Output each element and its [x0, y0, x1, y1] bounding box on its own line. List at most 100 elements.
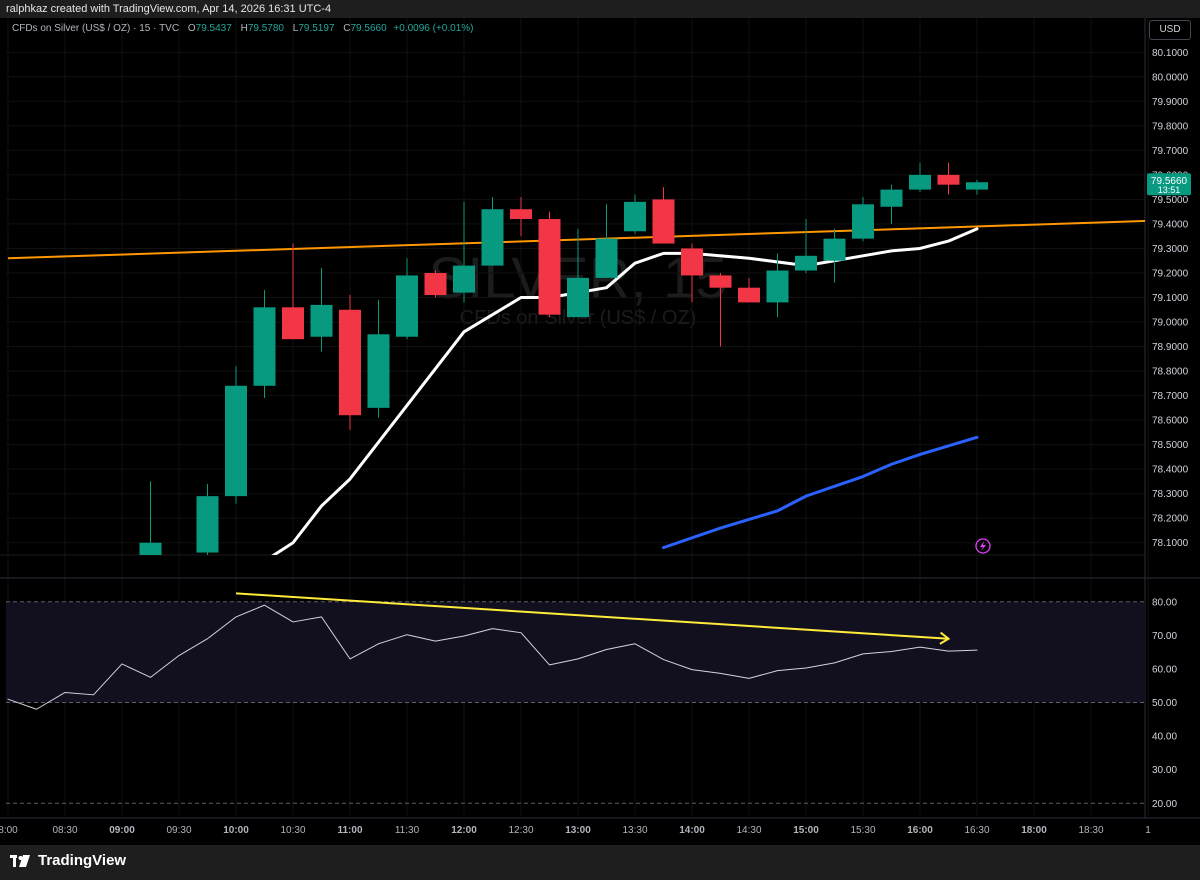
- candle: [823, 228, 846, 283]
- footer-bar: [0, 845, 1200, 880]
- candle: [339, 295, 361, 430]
- price-tick-label: 79.1000: [1152, 293, 1189, 304]
- chart-canvas[interactable]: SILVER, 15 CFDs on Silver (US$ / OZ) 78.…: [0, 18, 1200, 845]
- time-tick-label: 18:30: [1078, 825, 1103, 836]
- candle: [282, 243, 304, 340]
- candle-body: [823, 238, 846, 261]
- price-tick-label: 78.1000: [1152, 538, 1189, 549]
- last-price-countdown: 13:51: [1158, 185, 1181, 195]
- candle-body: [966, 182, 988, 190]
- candle: [424, 270, 447, 298]
- candle: [310, 268, 333, 352]
- candle-body: [453, 265, 475, 293]
- ma-slow-line: [662, 435, 979, 550]
- rsi-tick-label: 80.00: [1152, 597, 1177, 608]
- candle-body: [310, 304, 333, 337]
- lightning-icon: [975, 538, 991, 554]
- price-tick-label: 78.3000: [1152, 489, 1189, 500]
- candle-body: [282, 307, 304, 340]
- currency-button[interactable]: USD: [1149, 20, 1191, 40]
- candle: [510, 196, 532, 237]
- rsi-band: [6, 601, 1145, 804]
- rsi-tick-label: 20.00: [1152, 799, 1177, 810]
- time-tick-label: 15:30: [850, 825, 875, 836]
- time-tick-label: 13:00: [565, 825, 591, 836]
- legend-close: 79.5660: [350, 23, 387, 34]
- tradingview-logo: TradingView: [10, 852, 126, 869]
- candle-body: [652, 199, 675, 244]
- time-tick-label: 08:30: [52, 825, 77, 836]
- price-tick-label: 79.5000: [1152, 195, 1189, 206]
- time-tick-label: 09:30: [166, 825, 191, 836]
- candles[interactable]: [139, 162, 989, 666]
- time-tick-label: 15:00: [793, 825, 819, 836]
- attribution-text: ralphkaz created with TradingView.com, A…: [6, 3, 332, 15]
- price-tick-label: 79.7000: [1152, 146, 1189, 157]
- legend-change: +0.0096 (+0.01%): [393, 23, 474, 34]
- rsi-tick-label: 40.00: [1152, 732, 1177, 743]
- candle-body: [481, 209, 504, 266]
- price-tick-label: 78.8000: [1152, 367, 1189, 378]
- candle: [937, 162, 960, 195]
- candle-body: [852, 204, 874, 239]
- candle-body: [339, 309, 361, 416]
- price-tick-label: 79.2000: [1152, 268, 1189, 279]
- candle-body: [396, 275, 418, 337]
- price-tick-label: 78.2000: [1152, 514, 1189, 525]
- price-tick-label: 78.5000: [1152, 440, 1189, 451]
- candle-body: [253, 307, 276, 386]
- tradingview-logo-icon: [10, 854, 30, 867]
- candle: [624, 194, 646, 234]
- time-tick-label: 18:00: [1021, 825, 1047, 836]
- attribution-bar: ralphkaz created with TradingView.com, A…: [0, 0, 1200, 18]
- candle-body: [595, 238, 618, 278]
- legend-low: 79.5197: [298, 23, 335, 34]
- candle: [795, 219, 817, 273]
- time-tick-label: 11:00: [337, 825, 362, 836]
- time-tick-label: 09:00: [109, 825, 135, 836]
- legend-high: 79.5780: [247, 23, 284, 34]
- candle: [225, 366, 247, 504]
- candle-body: [681, 248, 703, 276]
- candle-body: [538, 219, 561, 315]
- candle: [595, 204, 618, 278]
- time-tick-label: 12:30: [508, 825, 533, 836]
- time-tick-label: 16:00: [907, 825, 933, 836]
- candle-body: [367, 334, 390, 408]
- rsi-tick-label: 30.00: [1152, 765, 1177, 776]
- candle: [880, 184, 903, 224]
- rsi-tick-label: 60.00: [1152, 664, 1177, 675]
- candle-body: [510, 209, 532, 220]
- candle-body: [880, 189, 903, 207]
- time-tick-label: 16:30: [964, 825, 989, 836]
- legend-open: 79.5437: [195, 23, 232, 34]
- price-tick-label: 79.8000: [1152, 121, 1189, 132]
- candle-body: [766, 270, 789, 303]
- candle-body: [196, 496, 219, 553]
- candle: [852, 196, 874, 242]
- price-tick-label: 79.3000: [1152, 244, 1189, 255]
- price-tick-label: 79.0000: [1152, 318, 1189, 329]
- time-tick-label: 10:30: [280, 825, 305, 836]
- time-tick-label: 14:00: [679, 825, 705, 836]
- price-tick-label: 79.9000: [1152, 97, 1189, 108]
- time-tick-label: 10:00: [223, 825, 249, 836]
- rsi-tick-label: 50.00: [1152, 698, 1177, 709]
- legend-open-label: O: [187, 23, 196, 34]
- candle-body: [424, 272, 447, 296]
- candle: [966, 179, 988, 195]
- candle-body: [225, 385, 247, 497]
- candle: [738, 277, 760, 303]
- candle: [652, 187, 675, 244]
- candle-body: [795, 255, 817, 271]
- candle: [367, 299, 390, 418]
- legend-symbol: CFDs on Silver (US$ / OZ) · 15 · TVC: [12, 23, 180, 34]
- rsi-tick-label: 70.00: [1152, 631, 1177, 642]
- candle-body: [624, 201, 646, 232]
- time-tick-label: 13:30: [622, 825, 647, 836]
- candle-body: [709, 275, 732, 288]
- symbol-legend: CFDs on Silver (US$ / OZ) · 15 · TVC O79…: [12, 23, 473, 34]
- candle: [909, 162, 931, 193]
- price-tick-label: 78.9000: [1152, 342, 1189, 353]
- price-tick-label: 78.7000: [1152, 391, 1189, 402]
